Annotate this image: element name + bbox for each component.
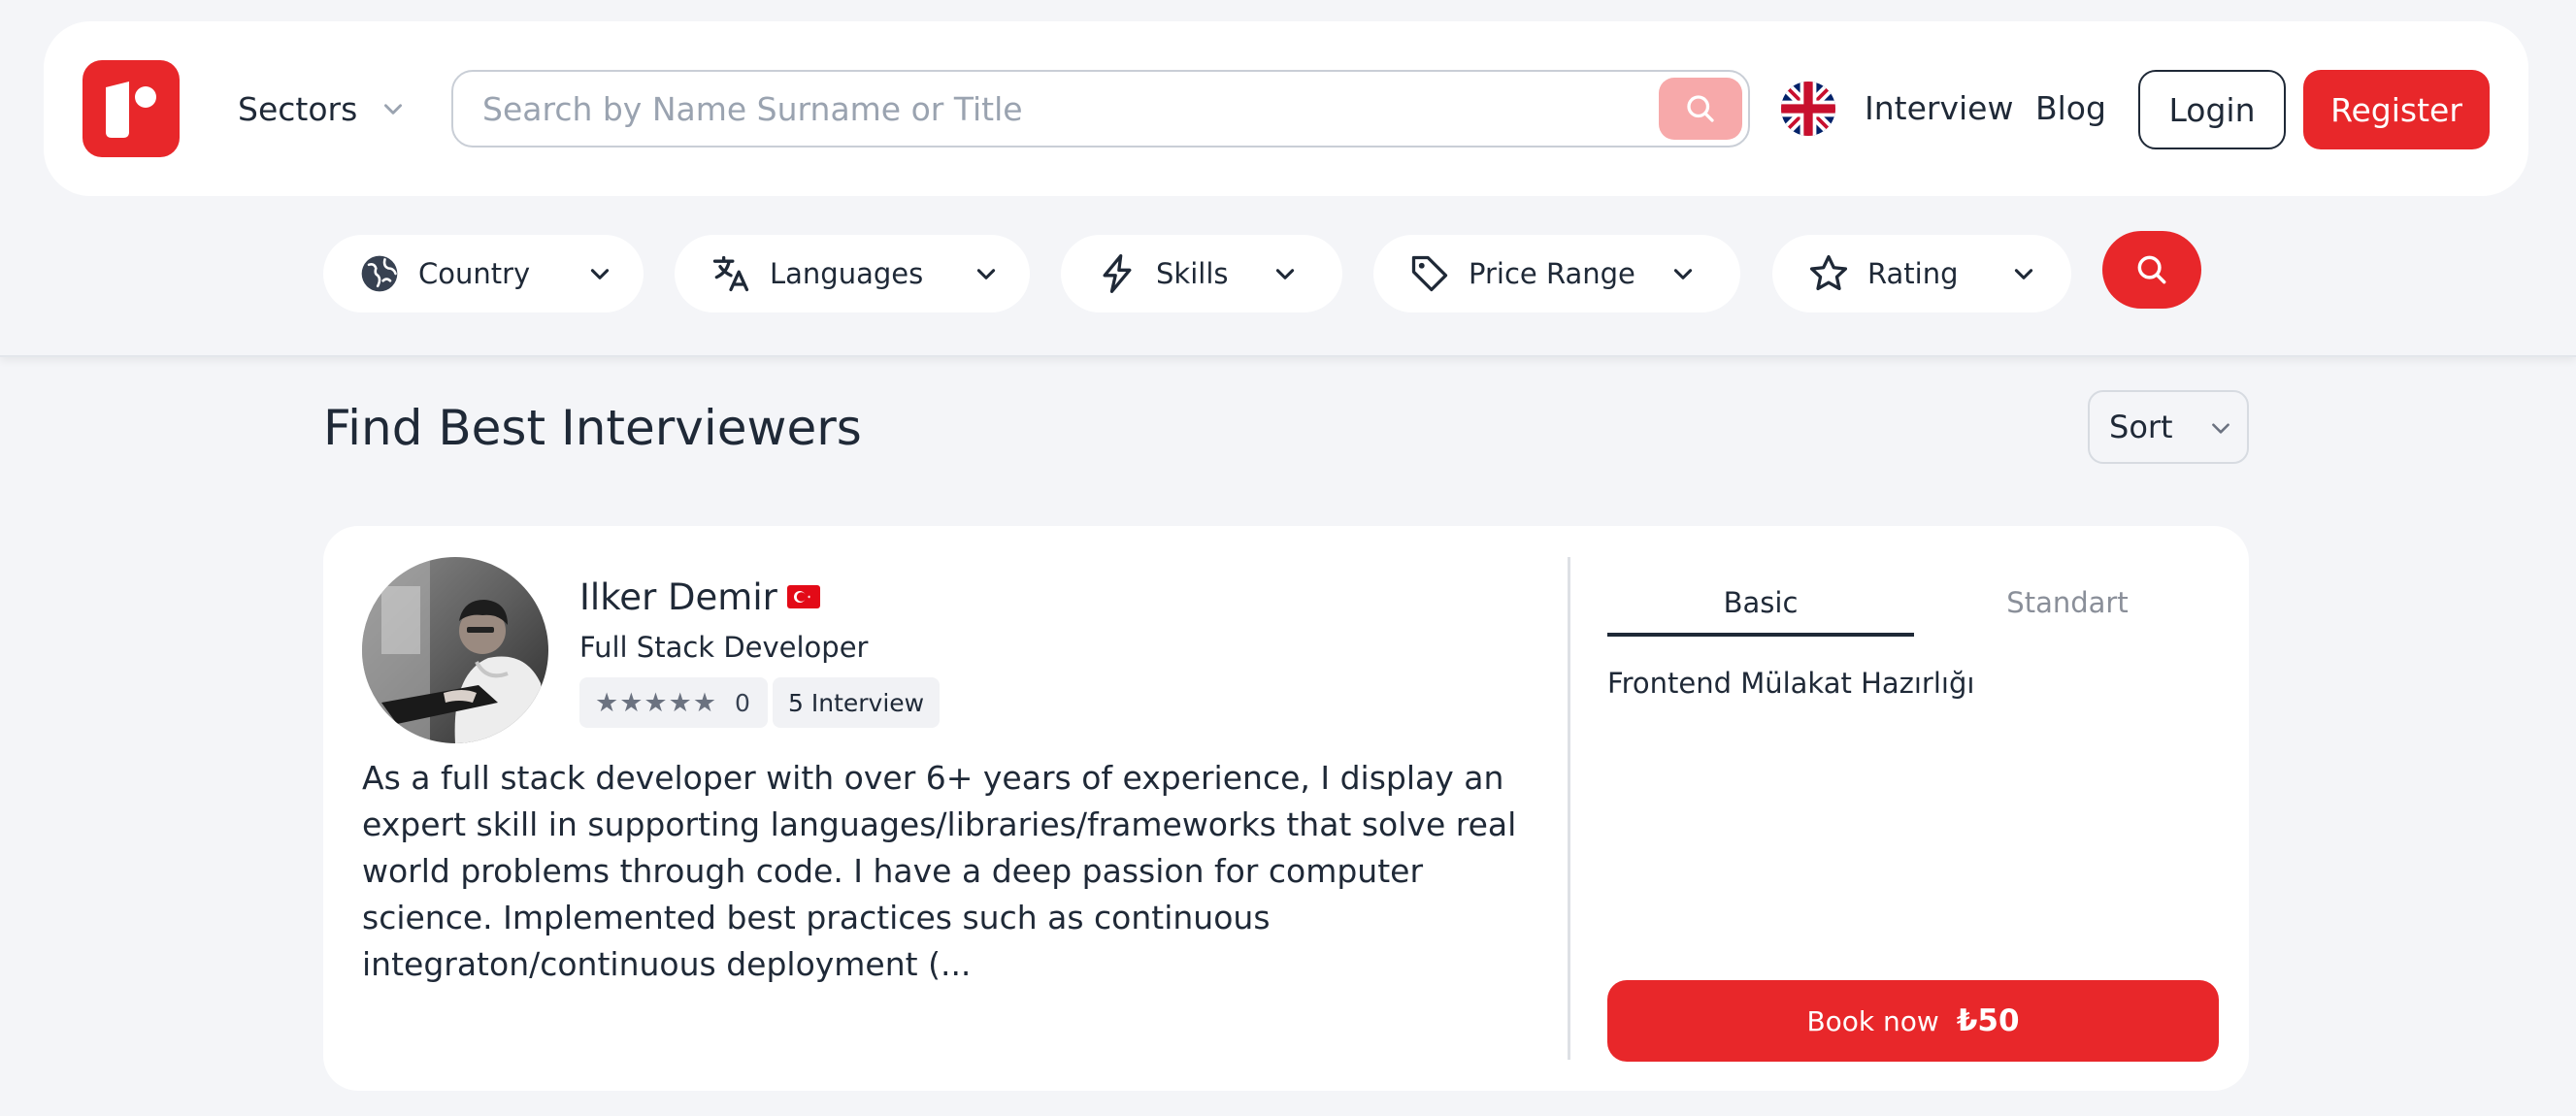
lightning-icon [1103, 254, 1132, 293]
sort-label: Sort [2109, 409, 2173, 445]
chevron-down-icon [2014, 269, 2033, 279]
book-now-label: Book now [1806, 1004, 1939, 1037]
translate-icon [712, 255, 749, 292]
turkey-flag-icon [786, 585, 820, 608]
top-navbar: Sectors Interview Blog Login Register [44, 21, 2528, 196]
nav-link-blog[interactable]: Blog [2035, 82, 2106, 136]
page-title: Find Best Interviewers [323, 400, 862, 456]
active-tab-indicator [1607, 633, 1914, 637]
language-selector[interactable] [1781, 82, 1835, 136]
star-icon [1809, 254, 1848, 291]
package-title: Frontend Mülakat Hazırlığı [1607, 667, 1975, 700]
interviewer-name-row: Ilker Demir [579, 573, 820, 621]
filter-price-range[interactable]: Price Range [1373, 235, 1740, 312]
brand-logo[interactable] [83, 60, 180, 157]
chevron-down-icon [2212, 423, 2229, 434]
chevron-down-icon [1275, 269, 1295, 279]
filter-search-button[interactable] [2102, 231, 2201, 309]
tab-standart[interactable]: Standart [1914, 573, 2221, 633]
login-button[interactable]: Login [2138, 70, 2286, 149]
register-button[interactable]: Register [2303, 70, 2490, 149]
rating-count: 0 [735, 688, 750, 717]
uk-flag-icon [1781, 82, 1835, 136]
filter-rating[interactable]: Rating [1772, 235, 2071, 312]
tag-icon [1411, 255, 1448, 292]
nav-link-interview[interactable]: Interview [1865, 82, 2013, 136]
interviewer-name[interactable]: Ilker Demir [579, 576, 777, 618]
filter-price-range-label: Price Range [1469, 257, 1635, 290]
profile-photo [362, 557, 548, 743]
chevron-down-icon [1673, 269, 1693, 279]
search-box [451, 70, 1750, 148]
sectors-dropdown[interactable]: Sectors [238, 82, 406, 136]
filter-skills-label: Skills [1156, 257, 1229, 290]
filter-country-label: Country [418, 257, 531, 290]
logo-mark-icon [106, 82, 156, 138]
filter-skills[interactable]: Skills [1061, 235, 1342, 312]
chevron-down-icon [976, 269, 996, 279]
interview-count-badge: 5 Interview [773, 677, 941, 728]
interviewer-role: Full Stack Developer [579, 631, 869, 664]
filter-languages[interactable]: Languages [675, 235, 1030, 312]
card-divider [1568, 557, 1570, 1060]
tab-basic[interactable]: Basic [1607, 573, 1914, 633]
sectors-label: Sectors [238, 89, 358, 128]
interviewer-bio: As a full stack developer with over 6+ y… [362, 759, 1517, 983]
filter-rating-label: Rating [1867, 257, 1959, 290]
search-icon [1687, 95, 1714, 122]
search-icon [2137, 255, 2166, 284]
book-now-button[interactable]: Book now ₺50 [1607, 980, 2219, 1062]
chevron-down-icon [590, 269, 610, 279]
chevron-down-icon [384, 104, 403, 115]
filter-country[interactable]: Country [323, 235, 644, 312]
globe-icon [361, 255, 398, 292]
rating-badge: ★★★★★ 0 [579, 677, 768, 728]
book-price: ₺50 [1956, 1003, 2020, 1038]
rating-stars: ★★★★★ [595, 687, 718, 718]
avatar[interactable] [362, 557, 548, 743]
search-button[interactable] [1659, 78, 1742, 140]
interviewer-card: Ilker Demir Full Stack Developer ★★★★★ 0… [323, 526, 2249, 1091]
filter-languages-label: Languages [770, 257, 924, 290]
sort-dropdown[interactable]: Sort [2088, 390, 2249, 464]
search-input[interactable] [482, 72, 1628, 146]
interview-count: 5 Interview [788, 688, 925, 717]
